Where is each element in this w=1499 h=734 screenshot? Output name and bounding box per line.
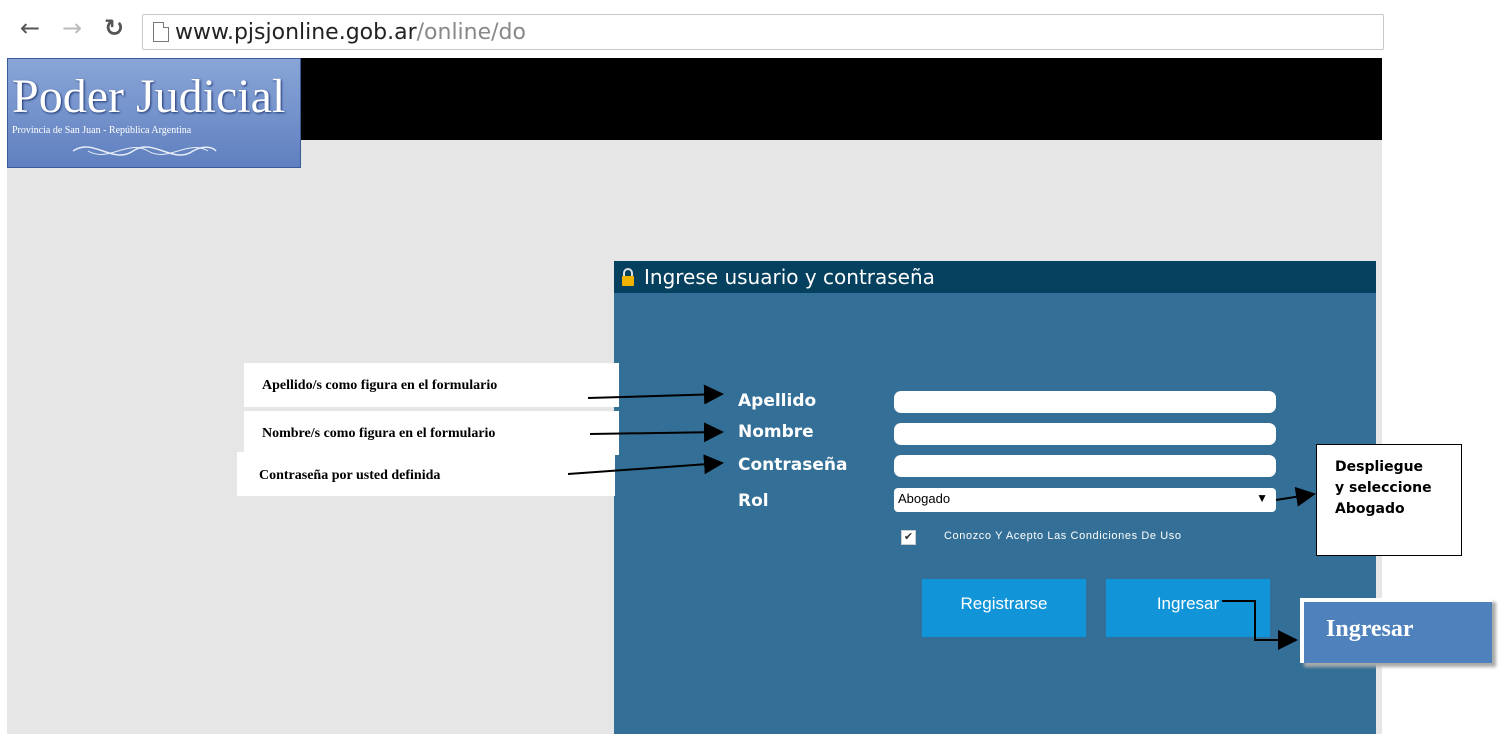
ingresar-arrow [1222,600,1298,650]
apellido-arrow [587,384,724,405]
password-arrow [567,454,724,475]
nombre-arrow [589,422,724,443]
rol-arrow [1275,486,1316,507]
annotation-arrows [567,384,1316,650]
